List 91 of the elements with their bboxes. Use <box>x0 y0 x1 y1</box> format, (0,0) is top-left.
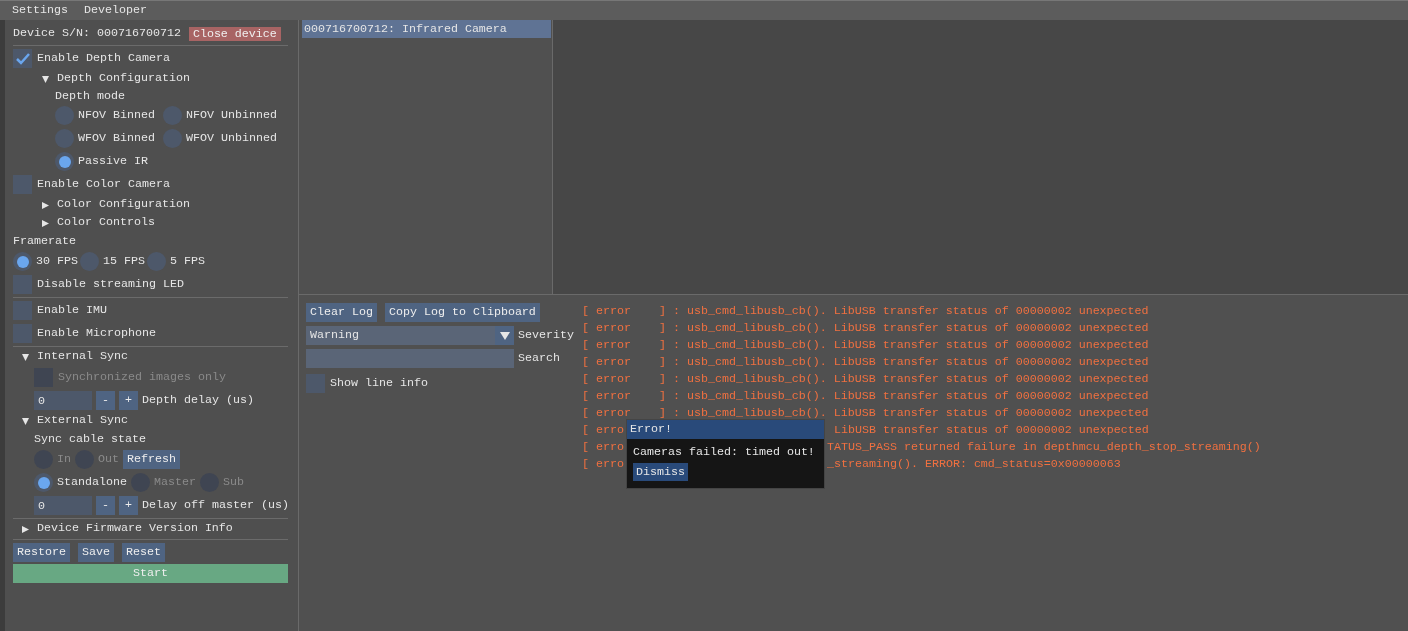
log-line: [ erro <box>582 456 624 473</box>
radio-button[interactable] <box>55 152 74 171</box>
log-line: LibUSB transfer status of 00000002 unexpected <box>834 422 1149 439</box>
expanded-arrow-icon <box>22 353 29 361</box>
radio-button[interactable] <box>13 252 32 271</box>
log-line: [ error ] : usb_cmd_libusb_cb(). LibUSB transfer status of 00000002 unexpected <box>582 405 1149 422</box>
action-button[interactable]: Restore <box>13 543 70 562</box>
section-label: Depth mode <box>55 88 126 104</box>
radio-label: 30 FPS <box>36 252 78 270</box>
refresh-button[interactable]: Refresh <box>123 450 180 469</box>
radio-label: Standalone <box>57 473 127 491</box>
dropdown-arrow-icon <box>499 331 510 340</box>
increment-button[interactable]: + <box>119 496 138 515</box>
tree-node[interactable]: Color Controls <box>13 214 298 232</box>
radio-label: In <box>57 450 71 468</box>
checkbox-label: Disable streaming LED <box>37 275 184 293</box>
search-field[interactable] <box>306 349 514 368</box>
dialog-title: Error! <box>627 420 824 439</box>
number-field[interactable]: 0 <box>34 496 92 515</box>
checkbox[interactable] <box>13 175 32 194</box>
checkbox[interactable] <box>306 374 325 393</box>
checkbox-label: Show line info <box>330 374 428 392</box>
radio-label: Passive IR <box>78 152 148 170</box>
number-field[interactable]: 0 <box>34 391 92 410</box>
radio-label: WFOV Binned <box>78 129 155 147</box>
radio-label: Out <box>98 450 119 468</box>
log-line: [ error ] : usb_cmd_libusb_cb(). LibUSB transfer status of 00000002 unexpected <box>582 337 1149 354</box>
action-button[interactable]: Reset <box>121 543 165 562</box>
checkbox[interactable] <box>13 275 32 294</box>
radio-button[interactable] <box>163 129 182 148</box>
clear-log-button[interactable]: Clear Log <box>306 303 377 322</box>
field-label: Severity <box>518 326 574 344</box>
radio-label: Sub <box>222 473 244 491</box>
radio-button[interactable] <box>34 473 53 492</box>
checkmark-icon <box>15 52 30 65</box>
checkbox-label: Enable IMU <box>37 301 107 319</box>
tree-node[interactable]: Color Configuration <box>13 196 298 214</box>
radio-button[interactable] <box>163 106 182 125</box>
device-list-item[interactable]: 000716700712: Infrared Camera <box>302 20 551 38</box>
checkbox-label: Enable Color Camera <box>37 175 170 193</box>
section-label: Framerate <box>13 233 77 250</box>
close-device-button[interactable]: Close device <box>188 27 281 41</box>
menu-item[interactable]: Developer <box>83 1 147 20</box>
expanded-arrow-icon <box>42 75 49 83</box>
log-line: [ error ] : usb_cmd_libusb_cb(). LibUSB transfer status of 00000002 unexpected <box>582 371 1149 388</box>
tree-node[interactable]: Device Firmware Version Info <box>13 520 298 538</box>
dismiss-button[interactable]: Dismiss <box>633 463 688 481</box>
log-line: [ error ] : usb_cmd_libusb_cb(). LibUSB transfer status of 00000002 unexpected <box>582 320 1149 337</box>
log-line: [ error ] : usb_cmd_libusb_cb(). LibUSB transfer status of 00000002 unexpected <box>582 388 1149 405</box>
checkbox[interactable] <box>13 49 32 68</box>
expanded-arrow-icon <box>22 417 29 425</box>
action-button[interactable]: Save <box>77 543 114 562</box>
checkbox-label: Enable Microphone <box>37 324 156 342</box>
radio-label: 15 FPS <box>103 252 145 270</box>
copy-log-button[interactable]: Copy Log to Clipboard <box>384 303 540 322</box>
decrement-button[interactable]: - <box>96 391 115 410</box>
log-line: TATUS_PASS returned failure in depthmcu_depth_stop_streaming() <box>827 439 1261 456</box>
radio-label: NFOV Unbinned <box>186 106 277 124</box>
radio-label: WFOV Unbinned <box>186 129 277 147</box>
radio-button[interactable] <box>55 106 74 125</box>
radio-button[interactable] <box>55 129 74 148</box>
severity-dropdown[interactable]: Warning <box>306 326 514 345</box>
checkbox[interactable] <box>13 301 32 320</box>
collapsed-arrow-icon <box>42 201 49 209</box>
increment-button[interactable]: + <box>119 391 138 410</box>
decrement-button[interactable]: - <box>96 496 115 515</box>
radio-button[interactable] <box>80 252 99 271</box>
menu-item[interactable]: Settings <box>12 1 68 20</box>
dialog-message: Cameras failed: timed out! <box>633 444 816 461</box>
log-line: [ error ] : usb_cmd_libusb_cb(). LibUSB transfer status of 00000002 unexpected <box>582 354 1149 371</box>
tree-node[interactable]: Internal Sync <box>13 348 298 366</box>
radio-label: Master <box>153 473 196 491</box>
checkbox[interactable] <box>13 324 32 343</box>
log-line: [ erro <box>582 422 624 439</box>
radio-button[interactable] <box>146 252 166 271</box>
tree-node[interactable]: Depth Configuration <box>13 70 298 88</box>
collapsed-arrow-icon <box>22 525 29 533</box>
collapsed-arrow-icon <box>42 219 49 227</box>
field-label: Depth delay (us) <box>142 391 254 409</box>
radio-label: 5 FPS <box>169 252 205 270</box>
device-serial: Device S/N: 000716700712 <box>13 25 181 43</box>
tree-node[interactable]: External Sync <box>13 412 298 430</box>
log-line: _streaming(). ERROR: cmd_status=0x00000063 <box>827 456 1121 473</box>
checkbox-label: Enable Depth Camera <box>37 49 170 67</box>
radio-label: NFOV Binned <box>78 106 155 124</box>
section-label: Sync cable state <box>34 431 147 448</box>
field-label: Search <box>518 349 560 367</box>
log-line: [ erro <box>582 439 624 456</box>
checkbox-label: Synchronized images only <box>58 368 226 386</box>
field-label: Delay off master (us) <box>142 496 289 514</box>
log-line: [ error ] : usb_cmd_libusb_cb(). LibUSB transfer status of 00000002 unexpected <box>582 303 1149 320</box>
